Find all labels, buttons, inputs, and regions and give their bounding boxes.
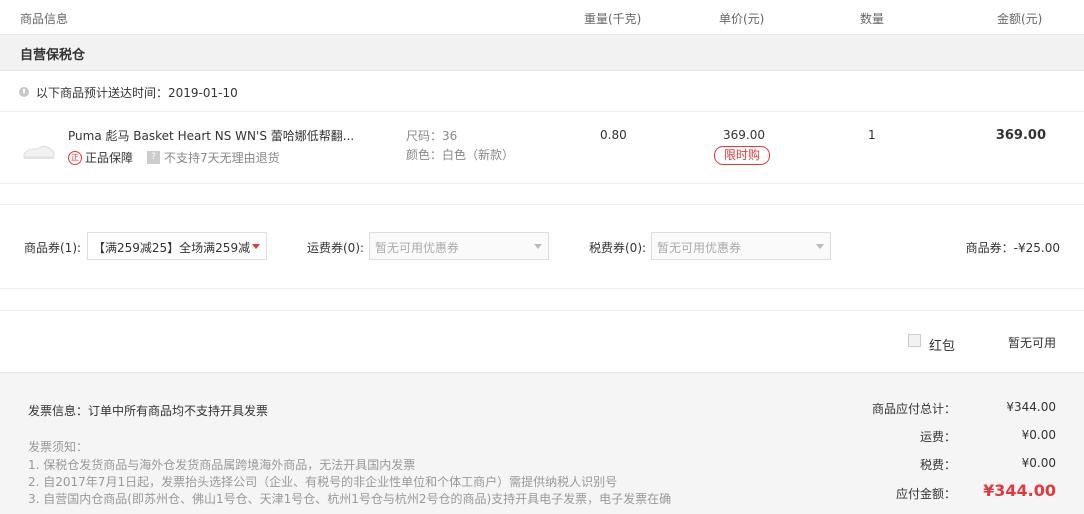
shipping-fee-label: 运费： [919, 430, 956, 444]
product-size: 尺码：36 [406, 129, 458, 143]
total-value: ¥344.00 [983, 481, 1056, 500]
col-product: 商品信息 [20, 12, 69, 26]
question-icon[interactable]: ? [147, 151, 161, 164]
chevron-down-icon [816, 244, 824, 249]
invoice-note: 1. 保税仓发货商品与海外仓发货商品属跨境海外商品，无法开具国内发票 [28, 458, 416, 472]
delivery-text: 以下商品预计送达时间：2019-01-10 [36, 86, 238, 100]
tax-coupon-select[interactable]: 暂无可用优惠券 [651, 232, 831, 260]
product-coupon-value: 【满259减25】全场满259减... [93, 241, 251, 255]
guarantee-text: 正品保障 [85, 151, 134, 165]
divider [0, 288, 1084, 289]
product-coupon-label: 商品券(1): [24, 241, 82, 255]
product-title-link[interactable]: Puma 彪马 Basket Heart NS WN'S 蕾哈娜低帮翻... [68, 127, 354, 144]
subtotal-label: 商品应付总计： [871, 402, 956, 416]
col-price: 单价(元) [719, 12, 765, 26]
product-coupon-select[interactable]: 【满259减25】全场满259减... [87, 232, 267, 260]
col-amount: 金额(元) [997, 12, 1043, 26]
no-return-text: 不支持7天无理由退货 [164, 151, 280, 165]
product-amount: 369.00 [995, 128, 1046, 143]
total-label: 应付金额： [895, 487, 956, 501]
invoice-note: 3. 自营国内仓商品(即苏州仓、佛山1号仓、天津1号仓、杭州1号仓与杭州2号仓的… [28, 492, 672, 506]
redpacket-checkbox[interactable] [908, 334, 921, 347]
genuine-icon: 正 [68, 150, 82, 165]
tax-coupon-value: 暂无可用优惠券 [657, 241, 742, 255]
flash-sale-badge: 限时购 [714, 146, 770, 165]
redpacket-row: 红包 暂无可用 [0, 310, 1084, 373]
shipping-coupon-value: 暂无可用优惠券 [375, 241, 460, 255]
clock-icon [19, 87, 29, 97]
col-weight: 重量(千克) [584, 12, 642, 26]
product-color: 颜色：白色（新款） [406, 148, 515, 162]
product-price: 369.00 [723, 128, 765, 142]
delivery-row: 以下商品预计送达时间：2019-01-10 [0, 71, 1084, 112]
redpacket-status: 暂无可用 [1008, 336, 1057, 350]
invoice-notes-title: 发票须知： [28, 440, 89, 454]
product-weight: 0.80 [600, 128, 627, 142]
shipping-coupon-label: 运费券(0): [307, 241, 365, 255]
shipping-coupon-select[interactable]: 暂无可用优惠券 [369, 232, 549, 260]
chevron-down-icon [534, 244, 542, 249]
chevron-down-icon [252, 244, 260, 249]
invoice-info: 发票信息：订单中所有商品均不支持开具发票 [28, 404, 269, 418]
tax-label: 税费： [919, 458, 956, 472]
shipping-fee-value: ¥0.00 [1021, 428, 1056, 442]
warehouse-bar: 自营保税仓 [0, 35, 1084, 71]
subtotal-value: ¥344.00 [1006, 400, 1056, 414]
order-footer: 发票信息：订单中所有商品均不支持开具发票 发票须知： 1. 保税仓发货商品与海外… [0, 372, 1084, 514]
tax-value: ¥0.00 [1021, 456, 1056, 470]
coupons-row: 商品券(1): 【满259减25】全场满259减... 运费券(0): 暂无可用… [0, 204, 1084, 288]
table-header: 商品信息 重量(千克) 单价(元) 数量 金额(元) [0, 0, 1084, 35]
product-thumbnail[interactable] [22, 140, 56, 162]
coupon-discount: 商品券：-¥25.00 [965, 241, 1060, 255]
warehouse-name: 自营保税仓 [20, 48, 86, 63]
guarantee-row: 正 正品保障 ? 不支持7天无理由退货 [68, 149, 280, 166]
redpacket-label: 红包 [929, 339, 956, 354]
tax-coupon-label: 税费券(0): [589, 241, 647, 255]
invoice-note: 2. 自2017年7月1日起，发票抬头选择公司（企业、有税号的非企业性单位和个体… [28, 475, 618, 489]
col-qty: 数量 [860, 12, 885, 26]
product-qty: 1 [868, 128, 876, 142]
table-row: Puma 彪马 Basket Heart NS WN'S 蕾哈娜低帮翻... 正… [0, 112, 1084, 184]
